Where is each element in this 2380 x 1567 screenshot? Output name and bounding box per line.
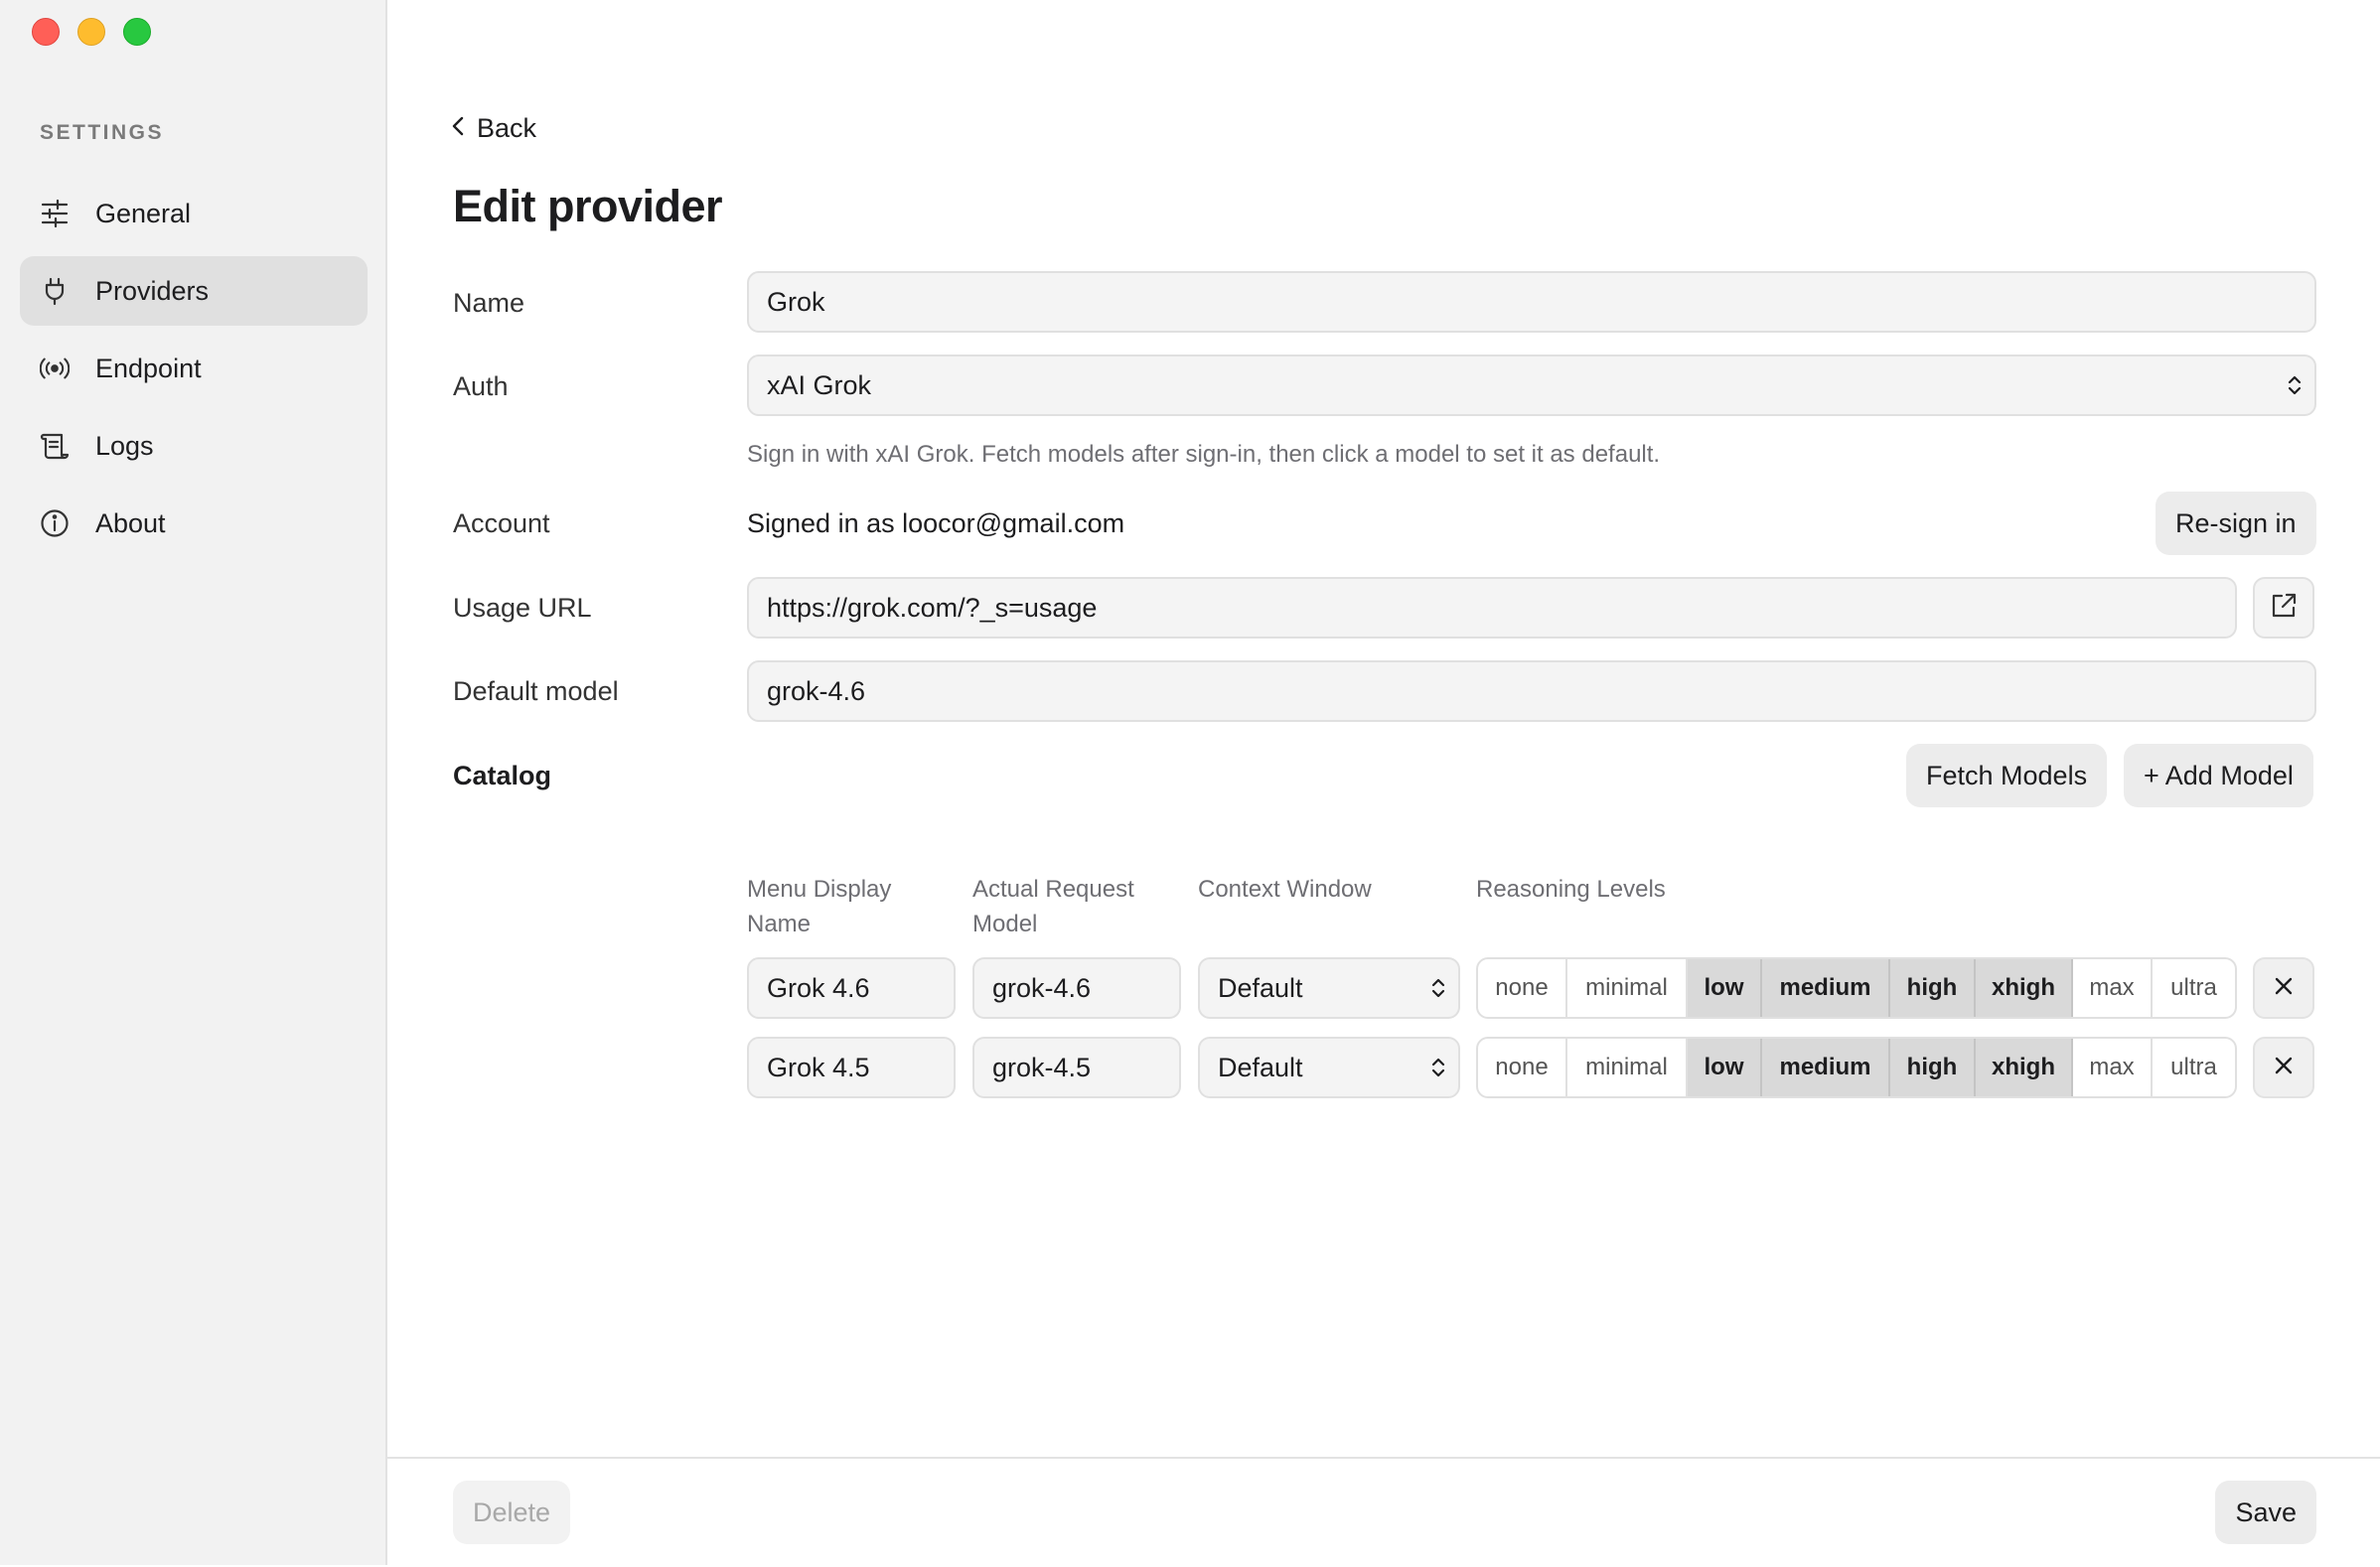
sliders-icon	[40, 199, 70, 228]
col-display-name: Menu Display Name	[747, 872, 891, 941]
col-reasoning-levels: Reasoning Levels	[1476, 876, 1666, 903]
sidebar-heading: SETTINGS	[40, 121, 165, 144]
level-none[interactable]: none	[1478, 1039, 1567, 1096]
zoom-window-button[interactable]	[123, 18, 151, 46]
sidebar-nav: General Providers Endpoint Logs About	[20, 179, 368, 566]
reasoning-levels-control: none minimal low medium high xhigh max u…	[1476, 1037, 2237, 1098]
col-display-name-line2: Name	[747, 911, 812, 937]
context-window-select[interactable]: Default	[1198, 1037, 1460, 1098]
account-label: Account	[453, 508, 550, 538]
level-medium[interactable]: medium	[1762, 959, 1890, 1017]
display-name-input[interactable]: Grok 4.6	[747, 957, 956, 1019]
sidebar-item-label: Logs	[95, 430, 154, 461]
col-request-model-line2: Model	[972, 911, 1038, 937]
catalog-label: Catalog	[453, 761, 552, 790]
auth-hint: Sign in with xAI Grok. Fetch models afte…	[747, 441, 1661, 468]
sidebar-item-about[interactable]: About	[20, 489, 368, 558]
usage-url-field[interactable]: https://grok.com/?_s=usage	[747, 577, 2237, 639]
level-ultra[interactable]: ultra	[2153, 959, 2235, 1017]
col-context-window: Context Window	[1198, 876, 1372, 903]
add-model-button[interactable]: + Add Model	[2124, 744, 2313, 807]
page-title: Edit provider	[453, 181, 723, 231]
footer-bar: Delete Save	[387, 1457, 2380, 1567]
level-minimal[interactable]: minimal	[1567, 959, 1688, 1017]
level-high[interactable]: high	[1890, 1039, 1976, 1096]
auth-label: Auth	[453, 371, 509, 401]
window-controls	[32, 18, 151, 46]
context-window-value: Default	[1218, 972, 1303, 1003]
default-model-label: Default model	[453, 676, 619, 706]
level-xhigh[interactable]: xhigh	[1976, 1039, 2073, 1096]
back-button[interactable]: Back	[451, 113, 536, 144]
close-icon	[2274, 1056, 2294, 1080]
sidebar-item-endpoint[interactable]: Endpoint	[20, 334, 368, 403]
level-xhigh[interactable]: xhigh	[1976, 959, 2073, 1017]
external-link-icon	[2268, 590, 2300, 627]
col-request-model-line1: Actual Request	[972, 876, 1134, 903]
sidebar-item-label: General	[95, 198, 192, 228]
delete-button[interactable]: Delete	[453, 1481, 571, 1544]
level-low[interactable]: low	[1688, 1039, 1762, 1096]
sidebar-item-label: Endpoint	[95, 353, 202, 383]
request-model-input[interactable]: grok-4.6	[972, 957, 1181, 1019]
sidebar-item-logs[interactable]: Logs	[20, 411, 368, 481]
save-button[interactable]: Save	[2215, 1481, 2316, 1544]
display-name-input[interactable]: Grok 4.5	[747, 1037, 956, 1098]
back-label: Back	[477, 113, 537, 143]
level-max[interactable]: max	[2073, 1039, 2153, 1096]
col-request-model: Actual Request Model	[972, 872, 1134, 941]
remove-model-button[interactable]	[2253, 957, 2314, 1019]
info-icon	[40, 508, 70, 538]
level-medium[interactable]: medium	[1762, 1039, 1890, 1096]
context-window-value: Default	[1218, 1052, 1303, 1082]
sidebar-item-general[interactable]: General	[20, 179, 368, 248]
broadcast-icon	[40, 354, 70, 383]
scroll-icon	[40, 431, 70, 461]
chevron-up-down-icon	[2287, 372, 2303, 398]
re-sign-in-button[interactable]: Re-sign in	[2156, 492, 2316, 555]
chevron-up-down-icon	[1430, 1055, 1446, 1080]
level-low[interactable]: low	[1688, 959, 1762, 1017]
request-model-input[interactable]: grok-4.5	[972, 1037, 1181, 1098]
name-field[interactable]: Grok	[747, 271, 2316, 333]
chevron-left-icon	[451, 114, 465, 143]
level-none[interactable]: none	[1478, 959, 1567, 1017]
open-url-button[interactable]	[2253, 577, 2314, 639]
fetch-models-button[interactable]: Fetch Models	[1906, 744, 2108, 807]
close-window-button[interactable]	[32, 18, 60, 46]
remove-model-button[interactable]	[2253, 1037, 2314, 1098]
level-max[interactable]: max	[2073, 959, 2153, 1017]
context-window-select[interactable]: Default	[1198, 957, 1460, 1019]
usage-url-label: Usage URL	[453, 593, 592, 623]
default-model-field[interactable]: grok-4.6	[747, 660, 2316, 722]
auth-select[interactable]: xAI Grok	[747, 355, 2316, 416]
reasoning-levels-control: none minimal low medium high xhigh max u…	[1476, 957, 2237, 1019]
account-status: Signed in as loocor@gmail.com	[747, 508, 1125, 538]
chevron-up-down-icon	[1430, 975, 1446, 1001]
minimize-window-button[interactable]	[77, 18, 105, 46]
sidebar: SETTINGS General Providers Endpoint Logs…	[0, 0, 387, 1565]
close-icon	[2274, 976, 2294, 1001]
level-high[interactable]: high	[1890, 959, 1976, 1017]
sidebar-item-providers[interactable]: Providers	[20, 256, 368, 326]
sidebar-item-label: About	[95, 507, 166, 538]
level-minimal[interactable]: minimal	[1567, 1039, 1688, 1096]
col-display-name-line1: Menu Display	[747, 876, 892, 903]
auth-select-value: xAI Grok	[767, 369, 872, 400]
sidebar-item-label: Providers	[95, 275, 210, 306]
plug-icon	[40, 276, 70, 306]
main-content: Back Edit provider Name Grok Auth xAI Gr…	[387, 0, 2380, 1565]
level-ultra[interactable]: ultra	[2153, 1039, 2235, 1096]
name-label: Name	[453, 288, 525, 318]
